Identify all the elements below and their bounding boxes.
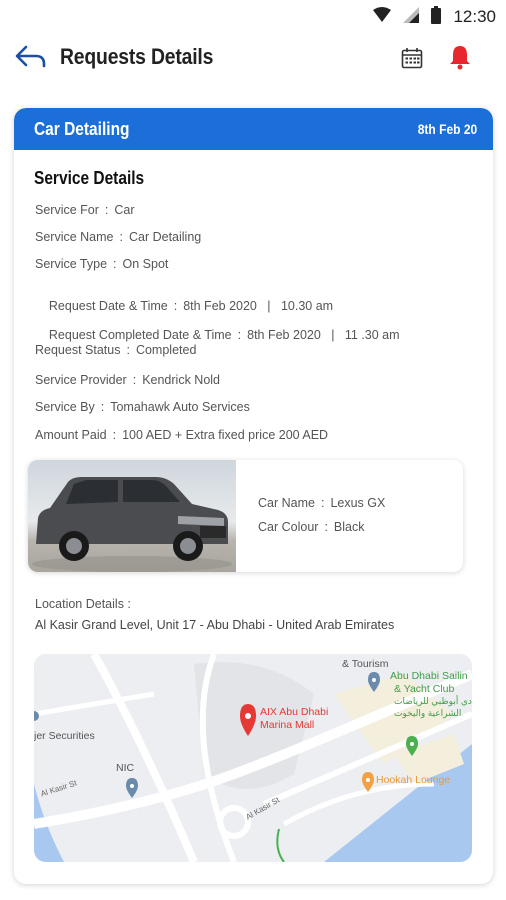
calendar-button[interactable]: [398, 46, 426, 74]
map-label-sailing-1: Abu Dhabi Sailin: [390, 670, 468, 682]
detail-label: Service Name: [35, 230, 114, 244]
detail-value: Completed: [135, 343, 197, 357]
map-label-nic: NIC: [116, 762, 135, 774]
detail-row-amount-paid: Amount Paid:100 AED + Extra fixed price …: [35, 428, 329, 442]
detail-value: Car Detailing: [128, 230, 202, 244]
car-name-label: Car Name: [258, 496, 315, 510]
status-bar: 12:30: [0, 0, 506, 34]
wifi-icon: [373, 6, 392, 28]
location-address: Al Kasir Grand Level, Unit 17 - Abu Dhab…: [35, 618, 395, 632]
car-name-value: Lexus GX: [330, 496, 386, 510]
detail-row-service-name: Service Name: Car Detailing: [35, 230, 202, 244]
detail-label: Request Status: [35, 343, 121, 357]
detail-row-service-type: Service Type: On Spot: [35, 257, 169, 271]
map-label-securities: jer Securities: [34, 730, 95, 742]
detail-row-service-provider: Service Provider: Kendrick Nold: [35, 373, 221, 387]
detail-value: 8th Feb 2020 | 10.30 am: [183, 299, 334, 313]
car-info-box: Car Name: Lexus GX Car Colour: Black: [28, 460, 463, 572]
map-label-arabic-1: نادي أبوظبي للرياضات: [394, 696, 472, 706]
service-title: Car Detailing: [34, 118, 130, 139]
detail-row-request-status: Request Status: Completed: [35, 343, 197, 357]
map-label-tourism: & Tourism: [342, 658, 389, 670]
car-colour-row: Car Colour: Black: [258, 520, 365, 534]
detail-value: On Spot: [122, 257, 169, 271]
detail-label: Service For: [35, 203, 99, 217]
map-label-mall-1: AIX Abu Dhabi: [260, 706, 329, 718]
status-time: 12:30: [453, 7, 496, 26]
bell-icon: [448, 44, 472, 75]
car-name-row: Car Name: Lexus GX: [258, 496, 386, 510]
detail-value: 100 AED + Extra fixed price 200 AED: [122, 428, 329, 442]
detail-value: Tomahawk Auto Services: [110, 400, 250, 414]
car-colour-value: Black: [333, 520, 365, 534]
service-date: 8th Feb 20: [417, 121, 477, 137]
location-map[interactable]: & Tourism Abu Dhabi Sailin & Yacht Club …: [34, 654, 472, 862]
detail-row-service-by: Service By: Tomahawk Auto Services: [35, 400, 250, 414]
app-bar: Requests Details: [0, 34, 506, 84]
map-label-hookah: Hookah Lounge: [376, 774, 451, 786]
car-image: [28, 460, 236, 572]
card-header: Car Detailing 8th Feb 20: [14, 108, 493, 150]
detail-label: Service Provider: [35, 373, 127, 387]
section-title: Service Details: [34, 168, 145, 188]
battery-icon: [431, 5, 442, 29]
detail-row-service-for: Service For: Car: [35, 203, 135, 217]
map-label-mall-2: Marina Mall: [260, 719, 315, 731]
detail-value: 8th Feb 2020 | 11 .30 am: [247, 328, 400, 342]
map-label-arabic-2: الشراعية واليخوت: [394, 708, 462, 718]
calendar-icon: [401, 47, 423, 74]
location-label: Location Details :: [35, 597, 131, 611]
detail-label: Request Completed Date & Time: [48, 328, 232, 342]
detail-label: Amount Paid: [35, 428, 107, 442]
back-button[interactable]: [12, 42, 48, 76]
detail-label: Service By: [35, 400, 95, 414]
notifications-button[interactable]: [445, 43, 475, 75]
detail-label: Request Date & Time: [48, 299, 168, 313]
car-colour-label: Car Colour: [258, 520, 319, 534]
detail-label: Service Type: [35, 257, 108, 271]
back-arrow-icon: [14, 44, 46, 75]
status-icons: 12:30: [373, 5, 496, 29]
request-card: Car Detailing 8th Feb 20 Service Details…: [14, 108, 493, 884]
page-title: Requests Details: [60, 44, 214, 69]
map-label-sailing-2: & Yacht Club: [394, 683, 455, 695]
cellular-signal-icon: [403, 6, 420, 28]
detail-value: Kendrick Nold: [142, 373, 221, 387]
detail-value: Car: [114, 203, 135, 217]
